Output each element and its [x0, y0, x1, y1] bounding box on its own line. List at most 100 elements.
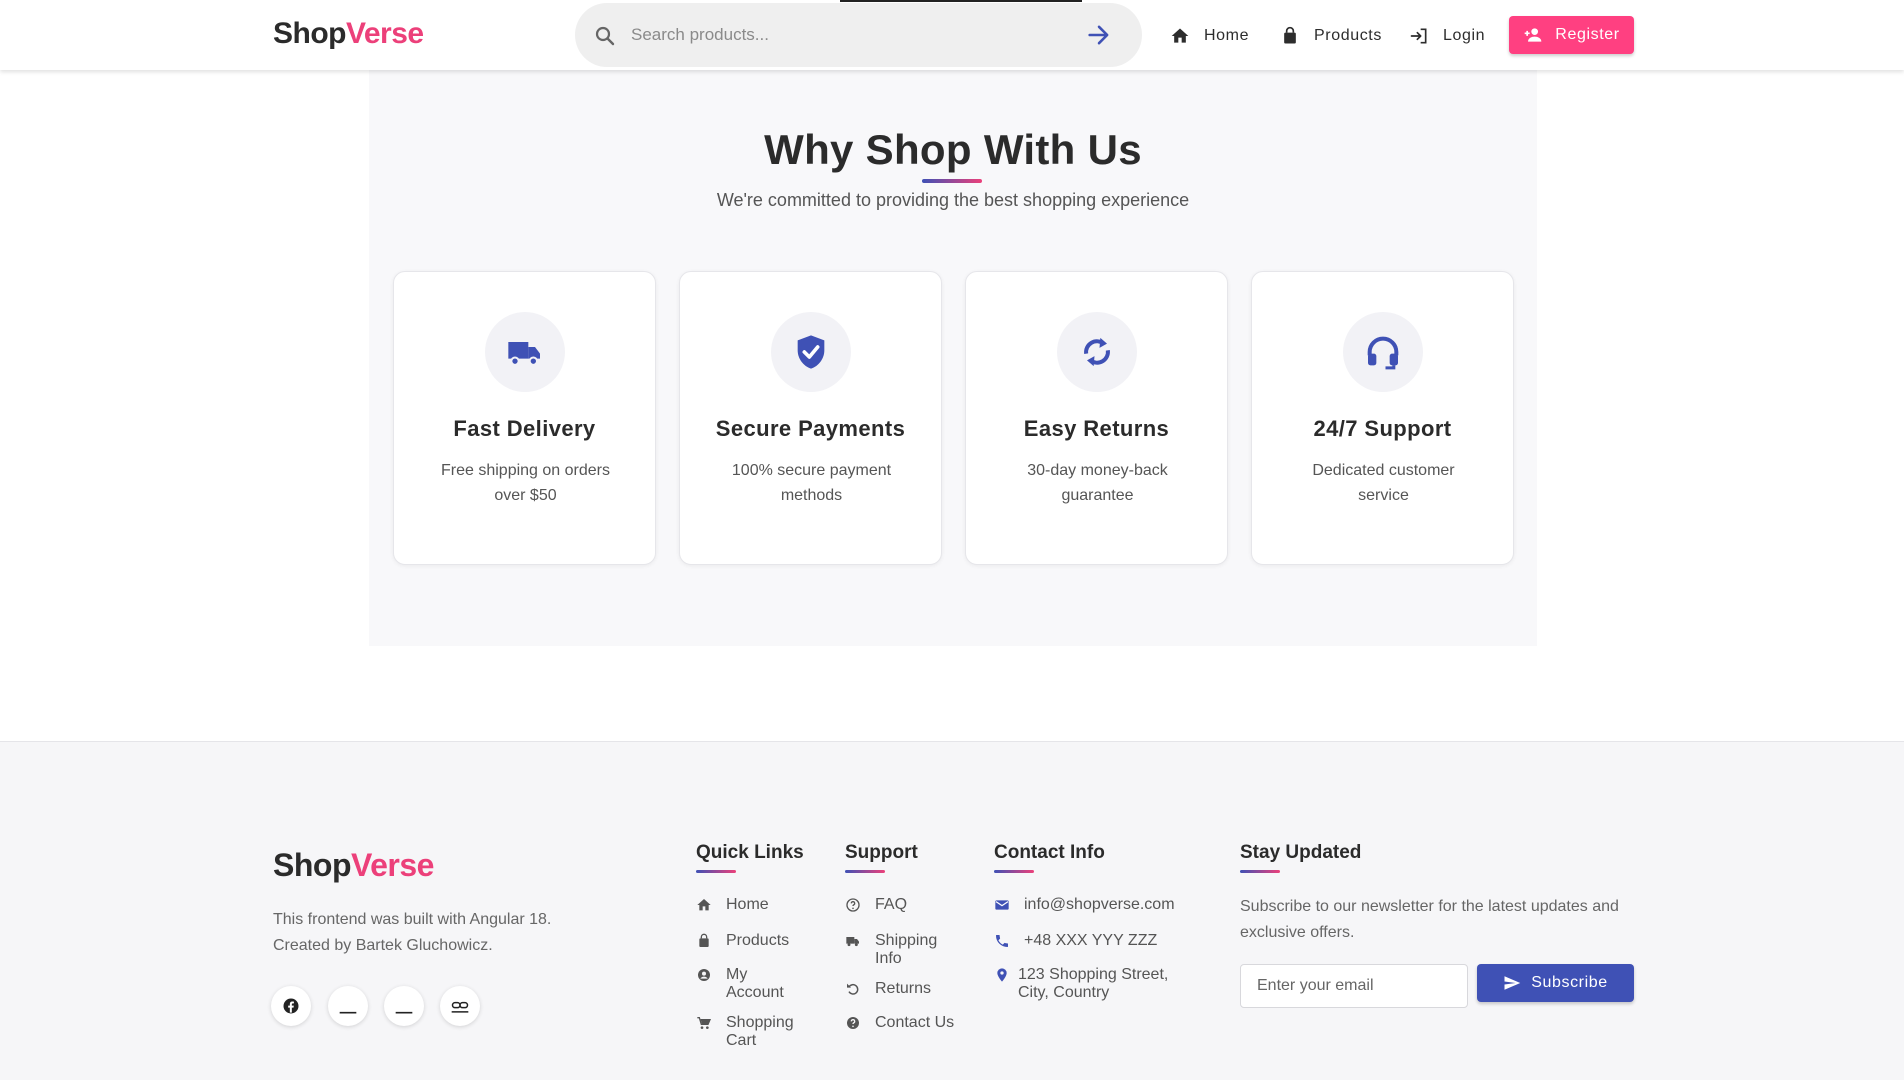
phone-icon	[996, 935, 1008, 947]
footer-link-label: Shopping Cart	[726, 1014, 794, 1049]
footer-logo-part-1: Shop	[273, 847, 351, 883]
login-icon	[1410, 28, 1427, 44]
contact-heading: Contact Info	[994, 842, 1105, 863]
help-icon	[847, 1017, 859, 1029]
footer: ShopVerse This frontend was built with A…	[0, 741, 1904, 1080]
shopping-bag-icon	[1284, 26, 1296, 44]
location-icon	[997, 968, 1007, 982]
subscribe-label: Subscribe	[1531, 974, 1608, 991]
person-add-icon	[1524, 28, 1542, 42]
contact-label: info@shopverse.com	[1024, 896, 1175, 913]
nav-login[interactable]: Login	[1409, 24, 1485, 48]
footer-link-home[interactable]: Home	[696, 896, 806, 914]
features-title: Why Shop With Us	[764, 126, 1142, 173]
nav-login-label: Login	[1443, 27, 1486, 44]
social-button-link[interactable]	[440, 986, 480, 1026]
footer-logo-part-2: Verse	[350, 847, 434, 883]
home-icon	[1171, 28, 1189, 43]
facebook-icon	[283, 998, 299, 1014]
header: ShopVerse Home Products Login Register	[0, 0, 1904, 70]
footer-link-label: Home	[726, 896, 769, 913]
heading-underline	[845, 870, 885, 873]
title-underline	[922, 179, 982, 183]
feature-title: Easy Returns	[1023, 416, 1170, 441]
footer-link-products[interactable]: Products	[696, 932, 806, 950]
feature-card-payments: Secure Payments 100% secure payment meth…	[679, 271, 942, 565]
shield-check-icon	[797, 335, 825, 369]
feature-card-support: 24/7 Support Dedicated customer service	[1251, 271, 1514, 565]
register-button[interactable]: Register	[1509, 16, 1634, 54]
social-icon	[339, 1011, 357, 1014]
nav-products-label: Products	[1314, 27, 1382, 44]
footer-link-returns[interactable]: Returns	[845, 980, 955, 998]
newsletter-text: Subscribe to our newsletter for the late…	[1240, 898, 1619, 941]
footer-link-label: Shipping Info	[875, 932, 938, 967]
footer-link-label: FAQ	[875, 896, 908, 913]
features-subtitle: We're committed to providing the best sh…	[716, 190, 1190, 210]
footer-link-label: Returns	[875, 980, 932, 997]
social-icon	[395, 1011, 413, 1014]
heading-underline	[994, 870, 1034, 873]
truck-icon	[846, 937, 859, 947]
footer-link-label: Contact Us	[875, 1014, 955, 1031]
nav-products[interactable]: Products	[1280, 24, 1382, 48]
feature-description: 30-day money-back guarantee	[1027, 462, 1168, 504]
footer-link-label: Products	[726, 932, 790, 949]
features-section: Why Shop With Us We're committed to prov…	[369, 70, 1537, 646]
newsletter-heading: Stay Updated	[1240, 842, 1362, 863]
footer-logo[interactable]: ShopVerse	[273, 847, 434, 884]
footer-link-contact-us[interactable]: Contact Us	[845, 1014, 955, 1032]
home-icon	[697, 899, 711, 911]
contact-address: 123 Shopping Street, City, Country	[994, 966, 1194, 1002]
email-icon	[995, 900, 1009, 910]
logo-part-2: Verse	[346, 17, 424, 50]
social-button-2[interactable]	[328, 986, 368, 1026]
heading-underline	[1240, 870, 1280, 873]
feature-title: 24/7 Support	[1313, 416, 1452, 441]
nav-home[interactable]: Home	[1170, 24, 1249, 48]
feature-card-delivery: Fast Delivery Free shipping on orders ov…	[393, 271, 656, 565]
account-circle-icon	[698, 969, 710, 981]
footer-link-shipping-info[interactable]: Shipping Info	[845, 932, 955, 968]
headset-icon	[1367, 336, 1399, 370]
register-label: Register	[1555, 26, 1620, 43]
search-icon	[595, 26, 615, 46]
send-icon	[1504, 976, 1521, 990]
feature-description: Dedicated customer service	[1312, 462, 1455, 504]
shopping-bag-icon	[699, 933, 709, 947]
search-input[interactable]	[631, 19, 1071, 51]
subscribe-button[interactable]: Subscribe	[1477, 964, 1634, 1002]
heading-underline	[696, 870, 736, 873]
undo-icon	[847, 983, 859, 995]
newsletter-email-input[interactable]	[1240, 964, 1468, 1008]
footer-link-my-account[interactable]: My Account	[696, 966, 806, 1002]
quick-links-heading: Quick Links	[696, 842, 804, 863]
feature-title: Fast Delivery	[453, 416, 596, 441]
footer-link-shopping-cart[interactable]: Shopping Cart	[696, 1014, 806, 1050]
social-button-3[interactable]	[384, 986, 424, 1026]
sync-icon	[1084, 337, 1110, 367]
link-icon	[451, 1001, 469, 1013]
search-bar	[575, 3, 1142, 67]
footer-link-faq[interactable]: FAQ	[845, 896, 955, 914]
search-focus-bar	[840, 0, 1082, 2]
help-outline-icon	[846, 898, 860, 912]
logo-part-1: Shop	[273, 17, 347, 50]
social-button-facebook[interactable]	[271, 986, 311, 1026]
contact-label: 123 Shopping Street, City, Country	[1018, 966, 1169, 1001]
support-heading: Support	[845, 842, 918, 863]
nav-home-label: Home	[1204, 27, 1250, 44]
feature-description: Free shipping on orders over $50	[441, 462, 610, 504]
footer-link-label: My Account	[726, 966, 784, 1001]
contact-label: +48 XXX YYY ZZZ	[1024, 932, 1158, 949]
contact-email[interactable]: info@shopverse.com	[994, 896, 1194, 914]
contact-phone[interactable]: +48 XXX YYY ZZZ	[994, 932, 1194, 950]
logo[interactable]: ShopVerse	[273, 17, 424, 51]
arrow-forward-icon[interactable]	[1085, 21, 1113, 49]
cart-icon	[697, 1017, 712, 1029]
footer-description: This frontend was built with Angular 18.…	[273, 911, 552, 954]
feature-description: 100% secure payment methods	[731, 462, 892, 504]
truck-icon	[508, 342, 540, 366]
feature-card-returns: Easy Returns 30-day money-back guarantee	[965, 271, 1228, 565]
feature-title: Secure Payments	[715, 416, 906, 441]
